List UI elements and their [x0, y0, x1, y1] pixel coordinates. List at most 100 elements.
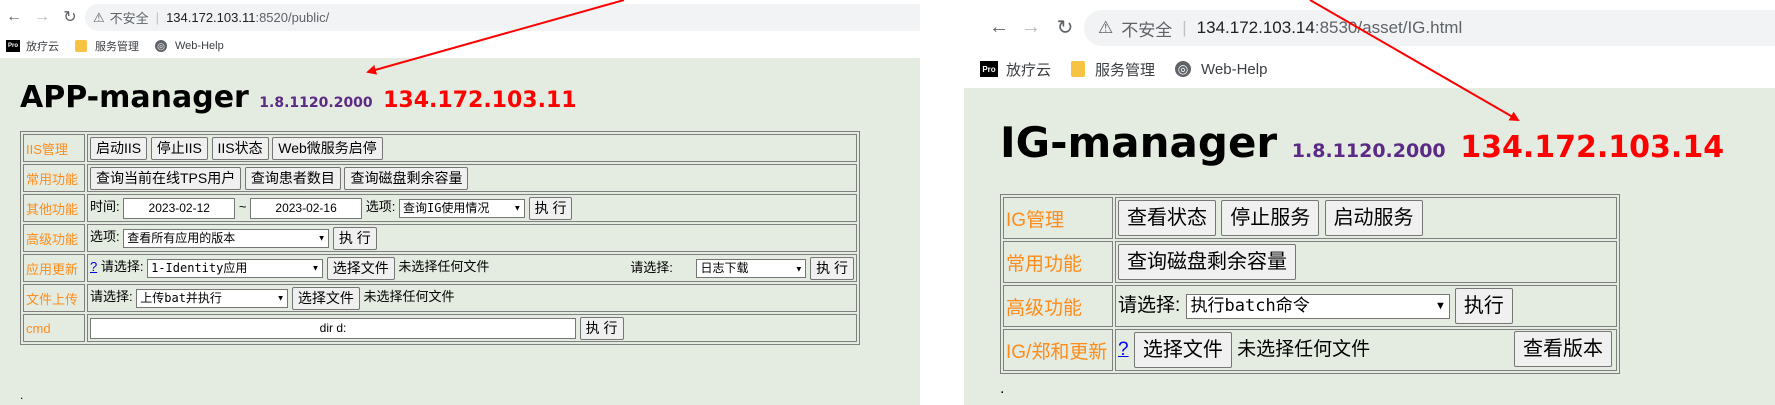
- page-dot: .: [1000, 380, 1005, 397]
- choose-file-button[interactable]: 选择文件: [326, 256, 395, 280]
- browser-toolbar: ← → ↻ ⚠ 不安全 | 134.172.103.14:8530/asset/…: [964, 0, 1775, 54]
- stop-iis-button[interactable]: 停止IIS: [150, 136, 208, 160]
- query-patient-count-button[interactable]: 查询患者数目: [244, 166, 341, 190]
- left-browser-window: ← → ↻ ⚠ 不安全 | 134.172.103.11:8520/public…: [0, 0, 920, 405]
- cmd-input[interactable]: dir d:: [90, 317, 576, 339]
- bookmark-web-help[interactable]: ◎ Web-Help: [1175, 61, 1267, 78]
- page-title: IG-manager 1.8.1120.2000 134.172.103.14: [1000, 118, 1724, 167]
- table-row: IG管理 查看状态 停止服务 启动服务: [1003, 197, 1617, 239]
- other-function-select[interactable]: 查询IG使用情况 ▾: [398, 198, 525, 218]
- run-button[interactable]: 执 行: [810, 257, 854, 281]
- web-microservice-button[interactable]: Web微服务启停: [272, 136, 383, 160]
- tilde-label: ~: [238, 199, 247, 215]
- page-dot: .: [20, 388, 24, 402]
- date-from-input[interactable]: 2023-02-12: [123, 197, 236, 219]
- separator: |: [155, 10, 160, 25]
- advanced-function-select[interactable]: 执行batch命令 ▾: [1185, 293, 1450, 319]
- choose-file-button[interactable]: 选择文件: [1133, 332, 1232, 368]
- table-row: 高级功能 选项: 查看所有应用的版本 ▾ 执 行: [23, 224, 857, 252]
- log-download-group: 请选择: 日志下载 ▾ 执 行: [630, 257, 854, 281]
- back-arrow-icon[interactable]: ←: [2, 5, 26, 29]
- help-link[interactable]: ?: [90, 259, 97, 274]
- forward-arrow-icon[interactable]: →: [30, 5, 54, 29]
- row-content: 查看状态 停止服务 启动服务: [1115, 197, 1617, 239]
- option-label: 选项:: [90, 229, 120, 245]
- bookmark-service-management[interactable]: 服务管理: [75, 38, 139, 54]
- insecure-label: 不安全: [1121, 20, 1173, 40]
- table-row: cmd dir d: 执 行: [23, 314, 857, 342]
- no-file-label: 未选择任何文件: [363, 289, 455, 305]
- row-label-cmd: cmd: [23, 314, 85, 342]
- app-title: IG-manager: [1000, 118, 1278, 167]
- bookmark-label: 放疗云: [1006, 61, 1052, 79]
- page-title: APP-manager 1.8.1120.2000 134.172.103.11: [20, 80, 577, 115]
- warning-icon: ⚠: [93, 9, 105, 25]
- globe-icon: ◎: [155, 40, 167, 52]
- please-select-label: 请选择:: [100, 259, 144, 275]
- start-iis-button[interactable]: 启动IIS: [90, 136, 148, 160]
- row-content: 查询磁盘剩余容量: [1115, 241, 1617, 283]
- run-button[interactable]: 执 行: [579, 316, 624, 340]
- row-label-advanced: 高级功能: [23, 224, 85, 252]
- bookmark-label: 服务管理: [1095, 61, 1156, 79]
- bookmark-label: 放疗云: [26, 41, 59, 53]
- address-bar[interactable]: ⚠ 不安全 | 134.172.103.14:8530/asset/IG.htm…: [1084, 10, 1775, 46]
- row-content: 选项: 查看所有应用的版本 ▾ 执 行: [87, 224, 857, 252]
- separator: |: [1182, 18, 1187, 37]
- url-path: :8530/asset/IG.html: [1314, 18, 1463, 37]
- select-value: 1-Identity应用: [151, 260, 248, 275]
- advanced-function-select[interactable]: 查看所有应用的版本 ▾: [123, 228, 330, 248]
- iis-status-button[interactable]: IIS状态: [211, 136, 269, 160]
- table-row: IG/郑和更新 ? 选择文件 未选择任何文件 查看版本: [1003, 329, 1617, 371]
- url-host: 134.172.103.14: [1196, 18, 1315, 37]
- time-label: 时间:: [90, 199, 120, 215]
- file-upload-select[interactable]: 上传bat并执行 ▾: [136, 288, 289, 308]
- select-value: 执行batch命令: [1190, 295, 1310, 316]
- date-to-input[interactable]: 2023-02-16: [250, 197, 363, 219]
- dropdown-arrow-icon: ▾: [277, 290, 285, 305]
- row-label-iis: IIS管理: [23, 134, 85, 162]
- select-value: 查看所有应用的版本: [127, 230, 236, 245]
- bookmark-fangliaoyun[interactable]: Pro 放疗云: [6, 38, 59, 54]
- forward-arrow-icon[interactable]: →: [1016, 12, 1046, 42]
- window-gap: [920, 0, 964, 405]
- bookmark-label: Web-Help: [175, 40, 224, 52]
- query-disk-space-button[interactable]: 查询磁盘剩余容量: [344, 166, 469, 190]
- query-disk-space-button[interactable]: 查询磁盘剩余容量: [1118, 244, 1296, 280]
- folder-icon: [1071, 61, 1086, 77]
- bookmarks-bar: Pro 放疗云 服务管理 ◎ Web-Help: [0, 34, 920, 58]
- app-title: APP-manager: [20, 80, 249, 115]
- bookmark-web-help[interactable]: ◎ Web-Help: [155, 40, 224, 52]
- back-arrow-icon[interactable]: ←: [984, 12, 1014, 42]
- bookmark-service-management[interactable]: 服务管理: [1071, 59, 1155, 80]
- globe-icon: ◎: [1175, 61, 1192, 77]
- address-bar[interactable]: ⚠ 不安全 | 134.172.103.11:8520/public/: [85, 4, 920, 31]
- table-row: 常用功能 查询磁盘剩余容量: [1003, 241, 1617, 283]
- table-row: 应用更新 ? 请选择: 1-Identity应用 ▾ 选择文件 未选择任何文件 请…: [23, 254, 857, 282]
- select-value: 日志下载: [700, 261, 749, 276]
- pro-icon: Pro: [980, 61, 998, 77]
- bookmark-fangliaoyun[interactable]: Pro 放疗云: [980, 59, 1051, 80]
- reload-icon[interactable]: ↻: [58, 5, 82, 29]
- row-label-update: IG/郑和更新: [1003, 329, 1113, 371]
- run-button[interactable]: 执行: [1454, 288, 1513, 324]
- run-button[interactable]: 执 行: [332, 226, 377, 250]
- stop-service-button[interactable]: 停止服务: [1221, 200, 1320, 236]
- start-service-button[interactable]: 启动服务: [1324, 200, 1423, 236]
- choose-file-button[interactable]: 选择文件: [291, 286, 360, 310]
- app-update-select[interactable]: 1-Identity应用 ▾: [147, 258, 324, 278]
- dropdown-arrow-icon: ▾: [1435, 295, 1446, 316]
- version-label: 1.8.1120.2000: [1291, 140, 1446, 162]
- table-row: 文件上传 请选择: 上传bat并执行 ▾ 选择文件 未选择任何文件: [23, 284, 857, 312]
- view-version-button[interactable]: 查看版本: [1514, 331, 1612, 367]
- log-download-select[interactable]: 日志下载 ▾: [696, 259, 807, 279]
- view-status-button[interactable]: 查看状态: [1118, 200, 1216, 236]
- reload-icon[interactable]: ↻: [1050, 12, 1080, 42]
- row-content: 查询当前在线TPS用户 查询患者数目 查询磁盘剩余容量: [87, 164, 857, 192]
- pro-icon: Pro: [6, 40, 20, 52]
- query-online-tps-users-button[interactable]: 查询当前在线TPS用户: [90, 166, 242, 190]
- insecure-label: 不安全: [109, 11, 149, 26]
- dropdown-arrow-icon: ▾: [513, 200, 521, 215]
- help-link[interactable]: ?: [1118, 339, 1129, 360]
- run-button[interactable]: 执 行: [528, 196, 573, 220]
